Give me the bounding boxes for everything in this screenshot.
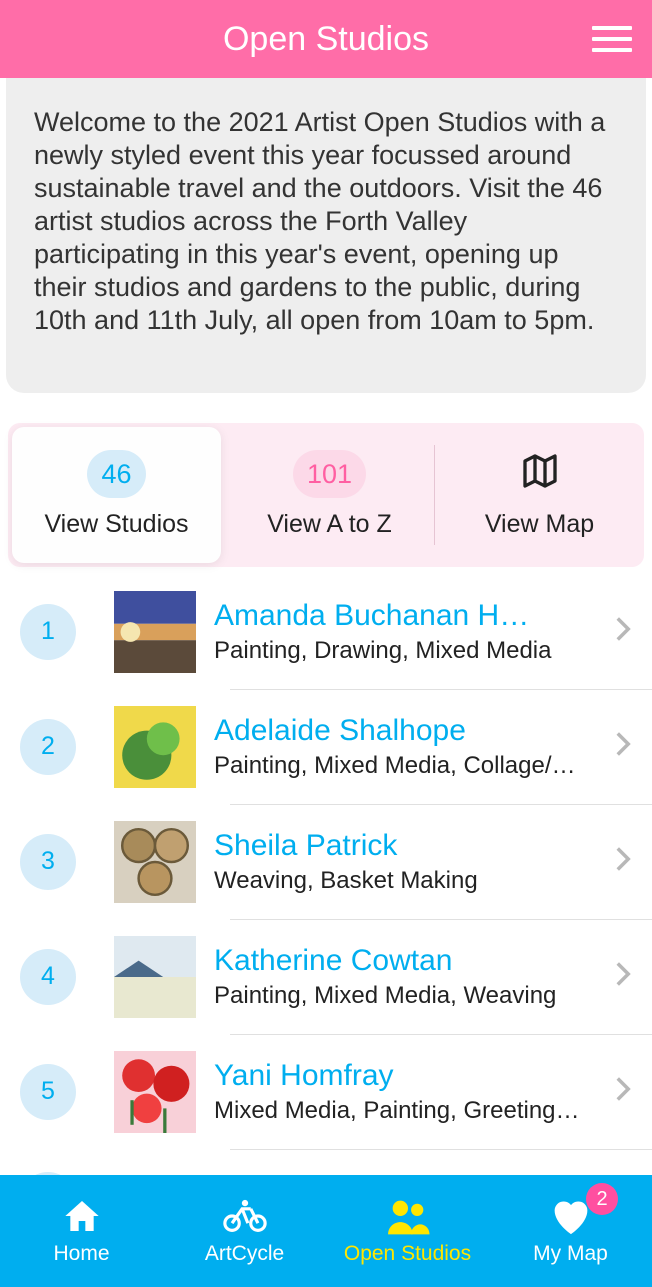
chevron-right-icon xyxy=(614,960,642,993)
item-number: 5 xyxy=(20,1064,76,1120)
artist-name: Sheila Patrick xyxy=(214,829,596,863)
artist-media: Painting, Mixed Media, Collage/… xyxy=(214,752,596,780)
filter-view-studios[interactable]: 46 View Studios xyxy=(12,427,221,563)
tab-label: ArtCycle xyxy=(205,1242,284,1266)
menu-button[interactable] xyxy=(592,26,632,52)
tab-label: Home xyxy=(53,1242,109,1266)
list-item[interactable]: 3 Sheila Patrick Weaving, Basket Making xyxy=(0,805,652,919)
item-text: Yani Homfray Mixed Media, Painting, Gree… xyxy=(214,1059,596,1125)
tab-artcycle[interactable]: ArtCycle xyxy=(163,1175,326,1287)
artist-name: Katherine Cowtan xyxy=(214,944,596,978)
tab-label: My Map xyxy=(533,1242,608,1266)
artist-thumbnail xyxy=(114,936,196,1018)
item-text: Adelaide Shalhope Painting, Mixed Media,… xyxy=(214,714,596,780)
filter-bar: 46 View Studios 101 View A to Z View Map xyxy=(8,423,644,567)
map-badge-count: 2 xyxy=(586,1183,618,1215)
artist-thumbnail xyxy=(114,706,196,788)
map-icon xyxy=(520,451,560,498)
app-header: Open Studios xyxy=(0,0,652,78)
list-item[interactable]: 4 Katherine Cowtan Painting, Mixed Media… xyxy=(0,920,652,1034)
artist-name: Yani Homfray xyxy=(214,1059,596,1093)
chevron-right-icon xyxy=(614,730,642,763)
artist-name: Adelaide Shalhope xyxy=(214,714,596,748)
chevron-right-icon xyxy=(614,1075,642,1108)
tab-home[interactable]: Home xyxy=(0,1175,163,1287)
chevron-right-icon xyxy=(614,845,642,878)
filter-view-a-to-z[interactable]: 101 View A to Z xyxy=(225,423,434,567)
list-item[interactable]: 5 Yani Homfray Mixed Media, Painting, Gr… xyxy=(0,1035,652,1149)
filter-label: View Map xyxy=(485,510,594,539)
artist-media: Painting, Mixed Media, Weaving xyxy=(214,982,596,1010)
item-number: 2 xyxy=(20,719,76,775)
bicycle-icon xyxy=(222,1196,268,1236)
item-text: Sheila Patrick Weaving, Basket Making xyxy=(214,829,596,895)
intro-text: Welcome to the 2021 Artist Open Studios … xyxy=(6,78,646,393)
artist-name: Amanda Buchanan H… xyxy=(214,599,596,633)
item-number: 1 xyxy=(20,604,76,660)
home-icon xyxy=(59,1196,105,1236)
filter-label: View A to Z xyxy=(267,510,392,539)
artist-media: Weaving, Basket Making xyxy=(214,867,596,895)
tab-my-map[interactable]: 2 My Map xyxy=(489,1175,652,1287)
bottom-tab-bar: Home ArtCycle Open Studios 2 My Map xyxy=(0,1175,652,1287)
item-text: Amanda Buchanan H… Painting, Drawing, Mi… xyxy=(214,599,596,665)
item-number: 4 xyxy=(20,949,76,1005)
item-number: 3 xyxy=(20,834,76,890)
list-item[interactable]: 2 Adelaide Shalhope Painting, Mixed Medi… xyxy=(0,690,652,804)
artist-media: Mixed Media, Painting, Greeting… xyxy=(214,1097,596,1125)
people-icon xyxy=(385,1196,431,1236)
filter-view-map[interactable]: View Map xyxy=(435,423,644,567)
artist-thumbnail xyxy=(114,1051,196,1133)
artist-media: Painting, Drawing, Mixed Media xyxy=(214,637,596,665)
item-text: Katherine Cowtan Painting, Mixed Media, … xyxy=(214,944,596,1010)
az-count-badge: 101 xyxy=(293,450,366,498)
tab-label: Open Studios xyxy=(344,1242,471,1266)
filter-label: View Studios xyxy=(44,510,188,539)
tab-open-studios[interactable]: Open Studios xyxy=(326,1175,489,1287)
list-item[interactable]: 1 Amanda Buchanan H… Painting, Drawing, … xyxy=(0,575,652,689)
artist-thumbnail xyxy=(114,591,196,673)
artist-list: 1 Amanda Buchanan H… Painting, Drawing, … xyxy=(0,575,652,1228)
page-title: Open Studios xyxy=(223,20,429,59)
artist-thumbnail xyxy=(114,821,196,903)
chevron-right-icon xyxy=(614,615,642,648)
studio-count-badge: 46 xyxy=(87,450,145,498)
